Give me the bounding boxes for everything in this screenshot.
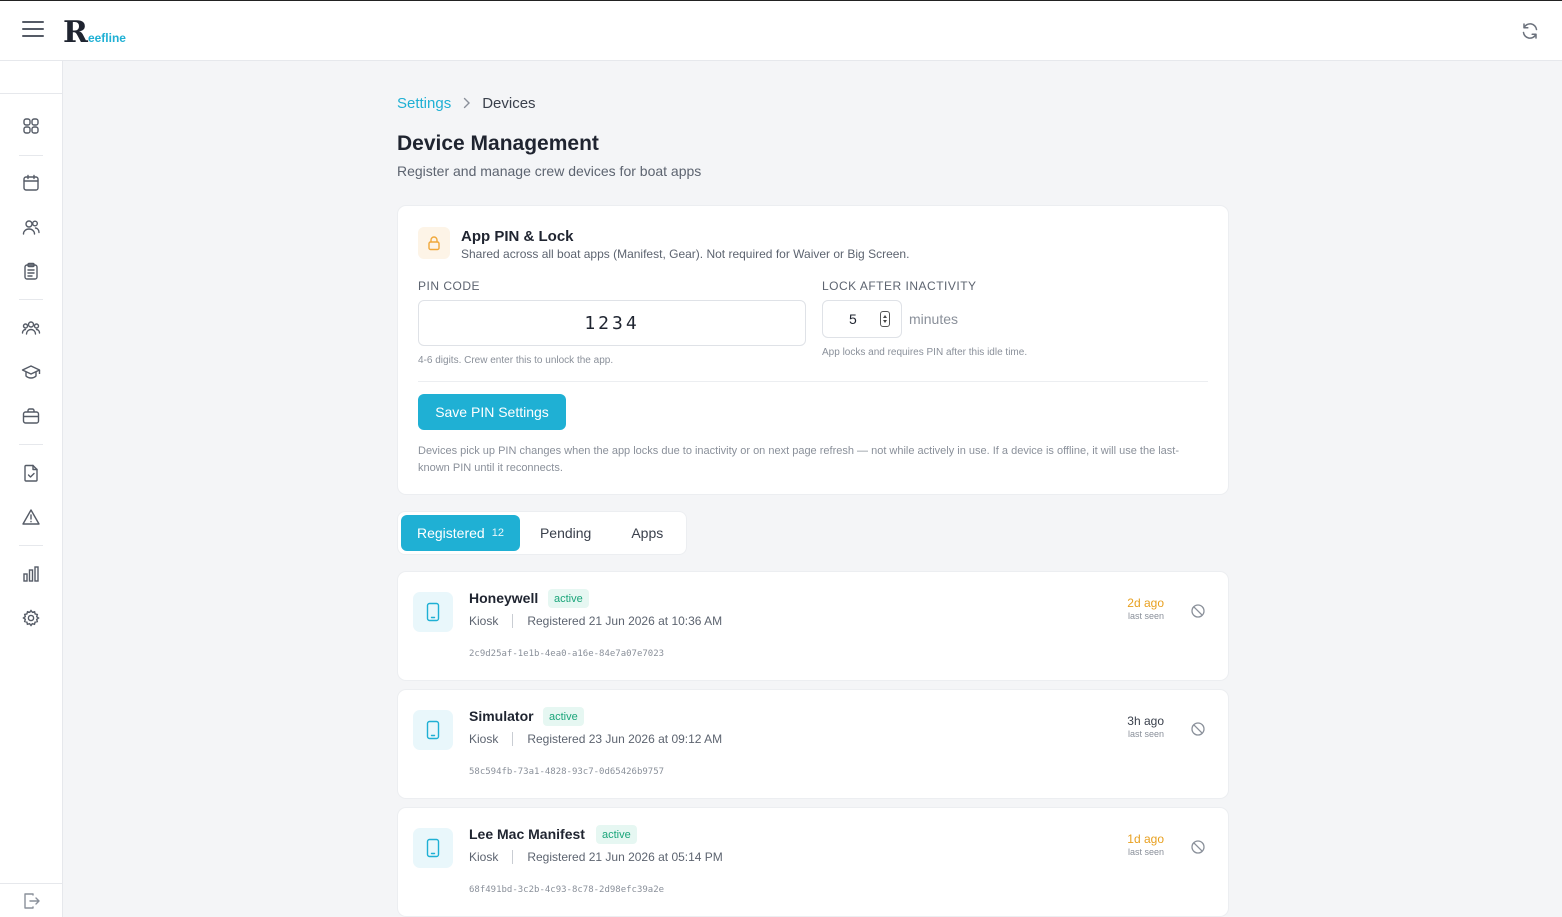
last-seen-label: last seen (1127, 729, 1164, 739)
chevron-right-icon (462, 96, 471, 112)
lock-minutes-value: 5 (849, 311, 857, 327)
status-badge: active (548, 589, 589, 608)
last-seen-value: 2d ago (1127, 596, 1164, 610)
sidebar (0, 61, 63, 917)
device-meta: Kiosk Registered 23 Jun 2026 at 09:12 AM (469, 732, 722, 746)
device-registered: Registered 21 Jun 2026 at 10:36 AM (527, 614, 723, 628)
pin-card-title: App PIN & Lock (461, 228, 574, 245)
phone-icon (413, 710, 453, 750)
refresh-icon[interactable] (1520, 21, 1540, 41)
logout-icon[interactable] (21, 891, 41, 911)
warning-icon[interactable] (21, 507, 41, 527)
pin-card-description: Shared across all boat apps (Manifest, G… (461, 247, 910, 261)
lock-hint: App locks and requires PIN after this id… (822, 347, 1028, 358)
status-badge: active (596, 825, 637, 844)
pin-code-input[interactable] (418, 300, 806, 346)
number-stepper-icon[interactable] (880, 311, 890, 327)
dashboard-icon[interactable] (21, 116, 41, 136)
tab-label: Pending (539, 525, 592, 541)
device-uuid: 68f491bd-3c2b-4c93-8c78-2d98efc39a2e (469, 885, 665, 895)
briefcase-icon[interactable] (21, 406, 41, 426)
device-registered: Registered 23 Jun 2026 at 09:12 AM (527, 732, 723, 746)
tab-apps[interactable]: Apps (611, 515, 683, 551)
block-icon[interactable] (1190, 603, 1206, 619)
device-card[interactable]: Honeywell active Kiosk Registered 21 Jun… (397, 571, 1229, 681)
phone-icon (413, 592, 453, 632)
breadcrumb: Settings Devices (397, 95, 536, 112)
page-subtitle: Register and manage crew devices for boa… (397, 163, 702, 179)
device-type: Kiosk (469, 614, 499, 628)
tab-label: Apps (631, 525, 664, 541)
device-name: Simulator (469, 708, 534, 724)
logo-text: eefline (87, 31, 126, 45)
group-icon[interactable] (21, 318, 41, 338)
breadcrumb-current: Devices (482, 95, 536, 112)
logo-mark: R (63, 15, 88, 50)
sidebar-divider (19, 155, 43, 156)
pin-sync-note: Devices pick up PIN changes when the app… (418, 445, 1180, 474)
last-seen-value: 3h ago (1127, 714, 1164, 728)
sidebar-divider (19, 299, 43, 300)
last-seen-label: last seen (1127, 611, 1164, 621)
device-type: Kiosk (469, 732, 499, 746)
block-icon[interactable] (1190, 839, 1206, 855)
device-card[interactable]: Simulator active Kiosk Registered 23 Jun… (397, 689, 1229, 799)
bar-chart-icon[interactable] (21, 564, 41, 584)
card-divider (418, 381, 1208, 382)
pin-code-label: PIN CODE (418, 279, 481, 293)
device-meta: Kiosk Registered 21 Jun 2026 at 10:36 AM (469, 614, 722, 628)
tab-registered[interactable]: Registered 12 (401, 515, 520, 551)
device-uuid: 58c594fb-73a1-4828-93c7-0d65426b9757 (469, 767, 665, 777)
device-meta: Kiosk Registered 21 Jun 2026 at 05:14 PM (469, 850, 723, 864)
lock-minutes-input[interactable]: 5 (822, 300, 902, 338)
device-card[interactable]: Lee Mac Manifest active Kiosk Registered… (397, 807, 1229, 917)
tab-label: Registered (417, 525, 485, 541)
block-icon[interactable] (1190, 721, 1206, 737)
device-registered: Registered 21 Jun 2026 at 05:14 PM (527, 850, 723, 864)
sidebar-divider (19, 545, 43, 546)
device-name: Lee Mac Manifest (469, 826, 585, 842)
graduation-cap-icon[interactable] (21, 362, 41, 382)
clipboard-icon[interactable] (21, 261, 41, 281)
sidebar-divider (19, 444, 43, 445)
settings-icon[interactable] (21, 608, 41, 628)
last-seen-label: last seen (1127, 847, 1164, 857)
meta-separator (512, 850, 514, 864)
meta-separator (512, 614, 514, 628)
device-type: Kiosk (469, 850, 499, 864)
pin-code-hint: 4-6 digits. Crew enter this to unlock th… (418, 355, 614, 366)
last-seen-value: 1d ago (1127, 832, 1164, 846)
last-seen: 3h ago last seen (1127, 714, 1164, 739)
lock-icon (418, 227, 450, 259)
sidebar-footer (0, 883, 63, 917)
phone-icon (413, 828, 453, 868)
sidebar-header (0, 61, 62, 94)
device-tabs: Registered 12 Pending Apps (397, 511, 688, 555)
device-uuid: 2c9d25af-1e1b-4ea0-a16e-84e7a07e7023 (469, 649, 665, 659)
last-seen: 1d ago last seen (1127, 832, 1164, 857)
pin-settings-card: App PIN & Lock Shared across all boat ap… (397, 205, 1229, 495)
lock-unit-label: minutes (909, 311, 959, 327)
last-seen: 2d ago last seen (1127, 596, 1164, 621)
page-title: Device Management (397, 132, 599, 155)
calendar-icon[interactable] (21, 173, 41, 193)
device-name: Honeywell (469, 590, 539, 606)
tab-count-badge: 12 (491, 527, 504, 539)
meta-separator (512, 732, 514, 746)
menu-icon[interactable] (22, 21, 44, 39)
save-pin-settings-button[interactable]: Save PIN Settings (418, 394, 566, 430)
lock-inactivity-label: LOCK AFTER INACTIVITY (822, 279, 977, 293)
status-badge: active (543, 707, 584, 726)
top-bar: R eefline (0, 0, 1562, 61)
brand-logo[interactable]: R eefline (63, 15, 126, 50)
tab-pending[interactable]: Pending (520, 515, 611, 551)
file-check-icon[interactable] (21, 463, 41, 483)
breadcrumb-settings-link[interactable]: Settings (397, 95, 451, 112)
users-icon[interactable] (21, 217, 41, 237)
